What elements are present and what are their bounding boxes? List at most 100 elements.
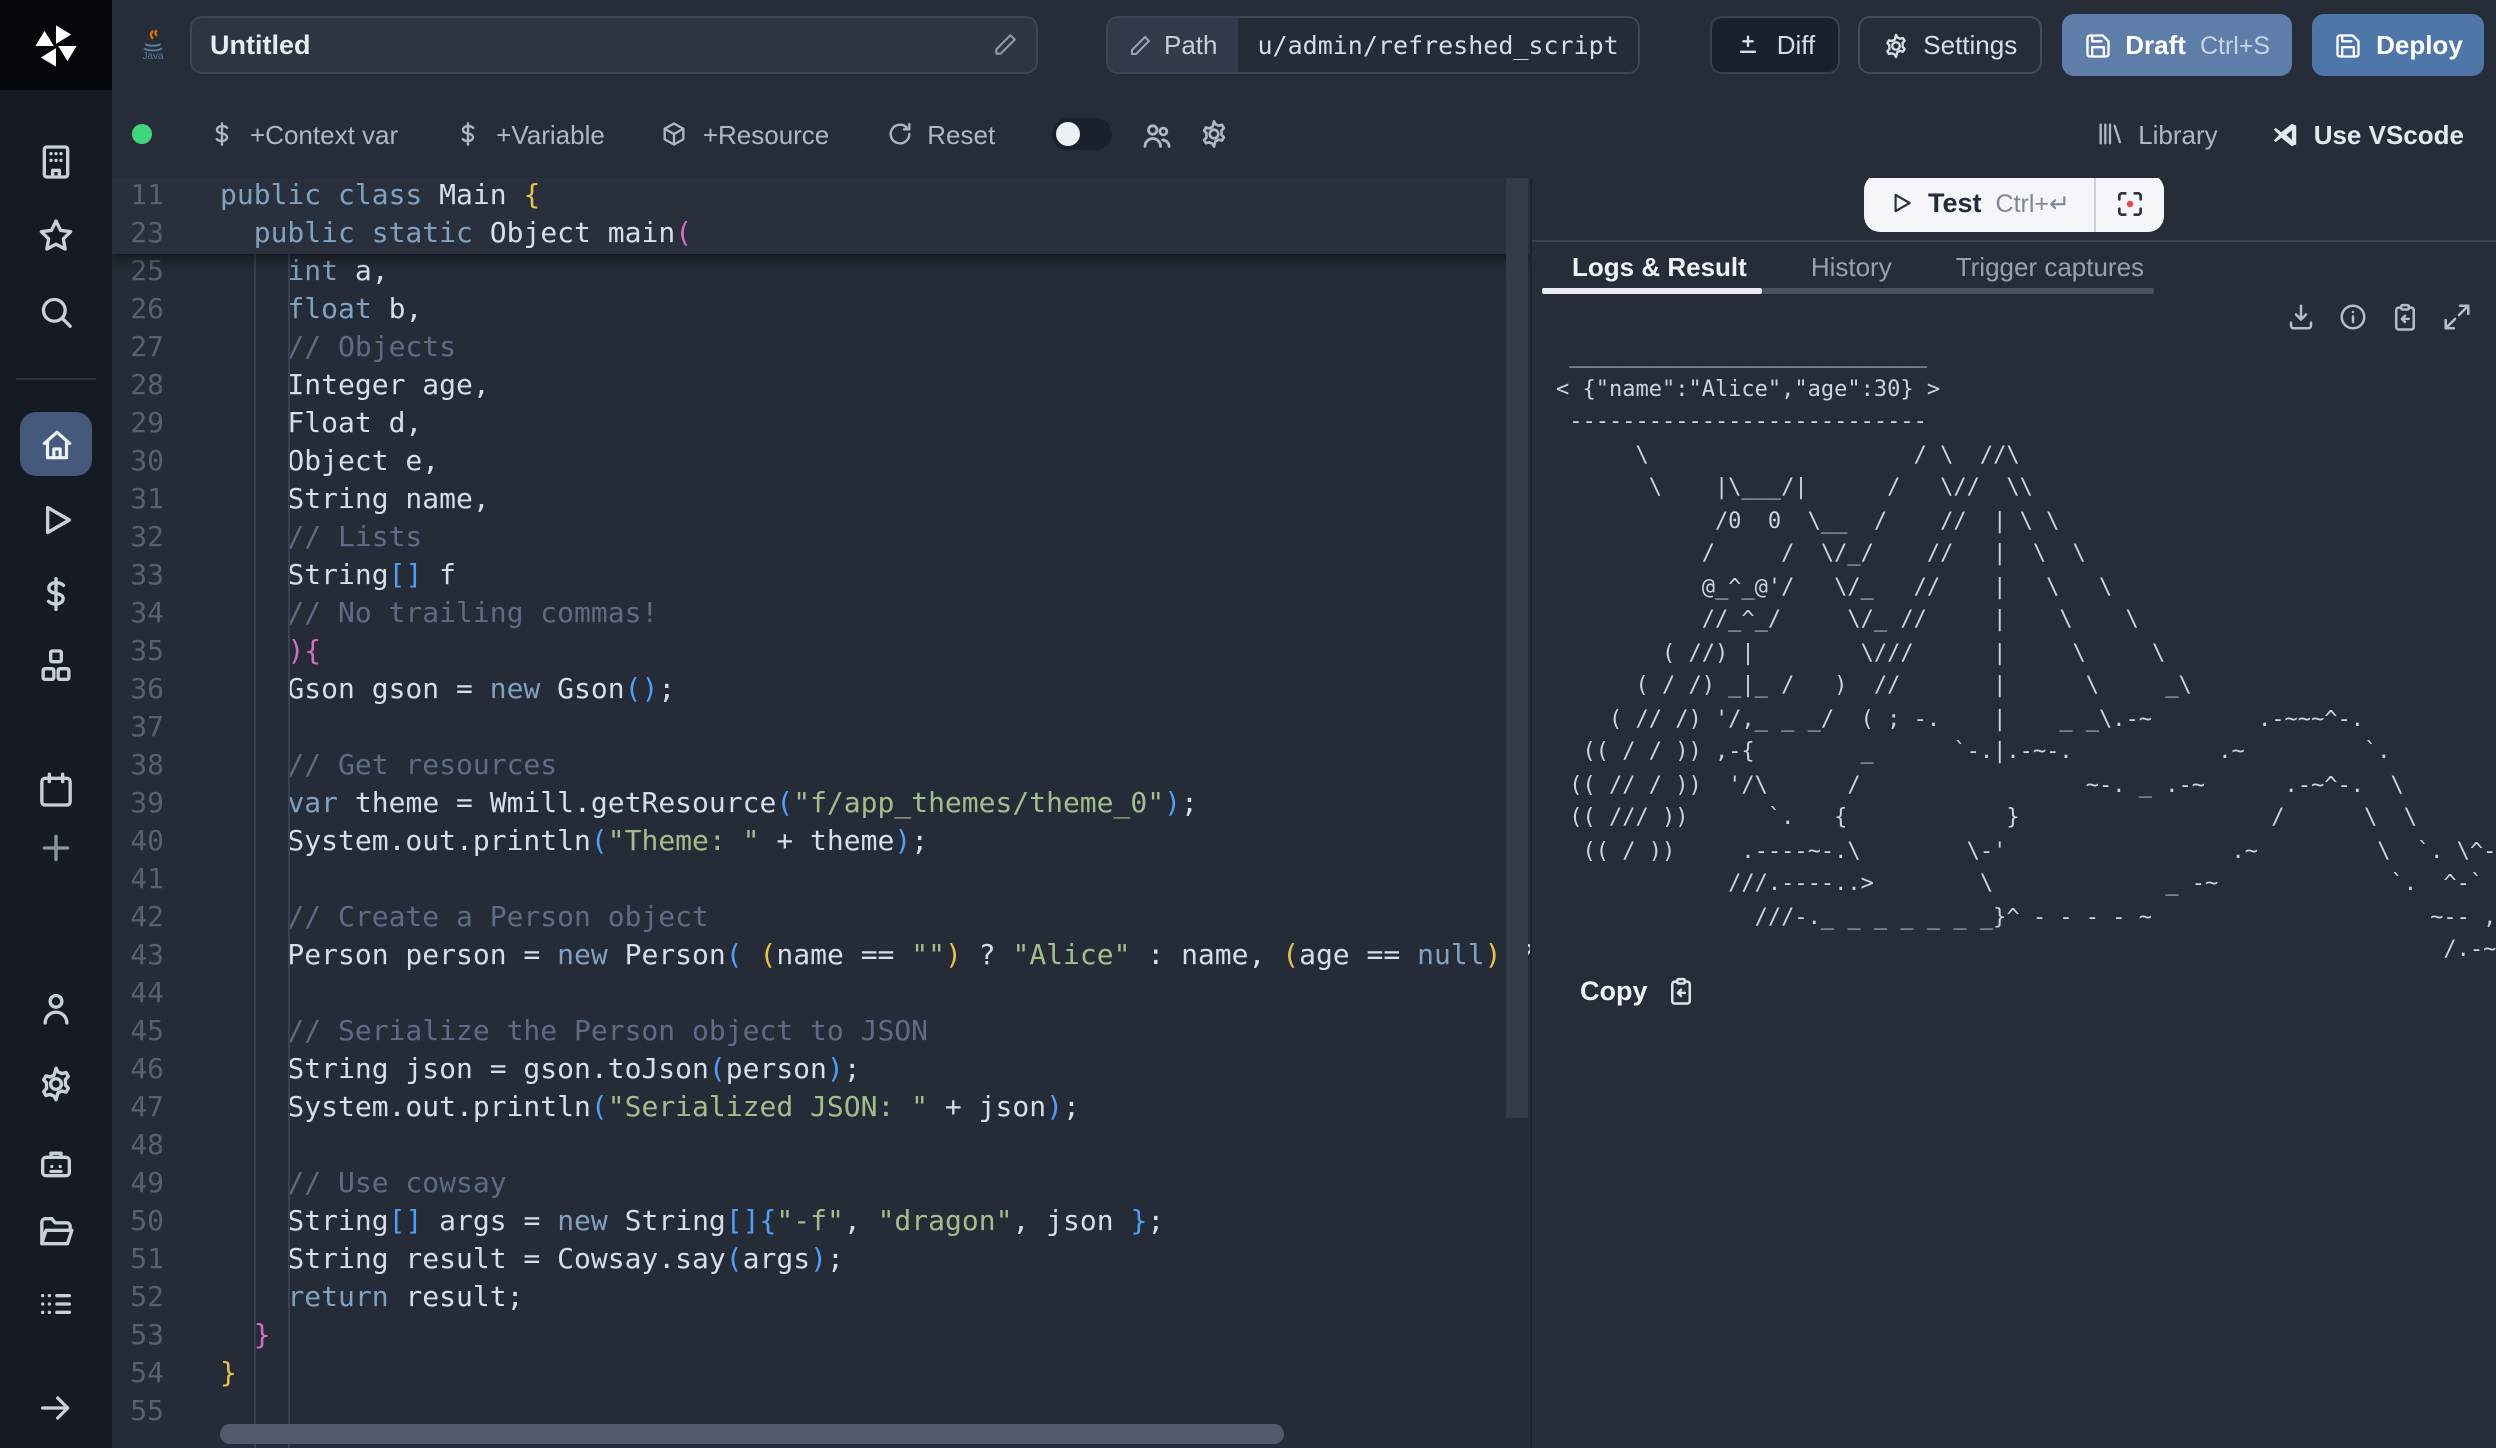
code-line-52[interactable]: 52 return result;	[112, 1280, 1530, 1318]
tab-history[interactable]: History	[1779, 252, 1924, 282]
sidebar-item-home-active[interactable]	[20, 412, 92, 476]
copy-button[interactable]: Copy	[1580, 976, 1696, 1006]
code-line-48[interactable]: 48	[112, 1128, 1530, 1166]
code-line-44[interactable]: 44	[112, 976, 1530, 1014]
settings-nav-icon[interactable]	[36, 1064, 76, 1104]
code-line-46[interactable]: 46 String json = gson.toJson(person);	[112, 1052, 1530, 1090]
code-line-50[interactable]: 50 String[] args = new String[]{"-f", "d…	[112, 1204, 1530, 1242]
diff-icon	[1735, 31, 1763, 59]
path-label: Path	[1164, 30, 1218, 60]
code-line-37[interactable]: 37	[112, 710, 1530, 748]
code-line-29[interactable]: 29 Float d,	[112, 406, 1530, 444]
play-icon	[1888, 190, 1914, 216]
topbar: Untitled Path u/admin/refreshed_script D…	[112, 0, 2496, 92]
code-line-28[interactable]: 28 Integer age,	[112, 368, 1530, 406]
code-line-49[interactable]: 49 // Use cowsay	[112, 1166, 1530, 1204]
result-actions	[2286, 302, 2472, 332]
sidebar-divider	[16, 378, 96, 380]
code-line-25[interactable]: 25 int a,	[112, 254, 1530, 292]
indent-guide	[288, 248, 290, 1448]
draft-button[interactable]: Draft Ctrl+S	[2061, 14, 2292, 76]
edit-title-pencil-icon[interactable]	[992, 32, 1018, 58]
code-line-40[interactable]: 40 System.out.println("Theme: " + theme)…	[112, 824, 1530, 862]
schedules-icon[interactable]	[36, 770, 76, 810]
editor-horizontal-scrollbar-thumb[interactable]	[220, 1424, 1284, 1444]
code-line-31[interactable]: 31 String name,	[112, 482, 1530, 520]
windmill-logo[interactable]	[0, 0, 112, 90]
code-line-33[interactable]: 33 String[] f	[112, 558, 1530, 596]
users-nav-icon[interactable]	[36, 988, 76, 1028]
sidebar	[0, 0, 112, 1448]
add-context-var-button[interactable]: +Context var	[208, 119, 398, 149]
capture-run-button[interactable]	[2096, 187, 2164, 219]
folders-icon[interactable]	[36, 1212, 76, 1252]
code-lines[interactable]: 25 int a,26 float b,27 // Objects28 Inte…	[112, 254, 1530, 1432]
cowsay-dragon-output: ___________________________ < {"name":"A…	[1556, 340, 2496, 967]
status-dot	[132, 124, 152, 144]
variables-icon[interactable]	[36, 574, 76, 614]
script-title: Untitled	[210, 30, 311, 60]
library-button[interactable]: Library	[2096, 119, 2218, 149]
add-icon[interactable]	[36, 828, 76, 868]
expand-result-icon[interactable]	[2442, 302, 2472, 332]
settings-button[interactable]: Settings	[1857, 16, 2041, 74]
tab-logs-result[interactable]: Logs & Result	[1532, 252, 1779, 282]
code-line-27[interactable]: 27 // Objects	[112, 330, 1530, 368]
code-line-38[interactable]: 38 // Get resources	[112, 748, 1530, 786]
audit-logs-icon[interactable]	[36, 1284, 76, 1324]
copy-result-icon[interactable]	[2390, 302, 2420, 332]
reset-icon	[885, 120, 913, 148]
search-icon[interactable]	[36, 292, 76, 332]
code-line-39[interactable]: 39 var theme = Wmill.getResource("f/app_…	[112, 786, 1530, 824]
path-field[interactable]: Path u/admin/refreshed_script	[1106, 16, 1641, 74]
code-line-45[interactable]: 45 // Serialize the Person object to JSO…	[112, 1014, 1530, 1052]
use-vscode-button[interactable]: Use VScode	[2270, 119, 2464, 149]
deploy-button[interactable]: Deploy	[2312, 14, 2485, 76]
code-line-35[interactable]: 35 ){	[112, 634, 1530, 672]
editor-settings-button[interactable]	[1197, 118, 1229, 150]
expand-sidebar-icon[interactable]	[36, 1388, 76, 1428]
code-line-42[interactable]: 42 // Create a Person object	[112, 900, 1530, 938]
code-line-34[interactable]: 34 // No trailing commas!	[112, 596, 1530, 634]
dollar-icon	[454, 120, 482, 148]
code-line-43[interactable]: 43 Person person = new Person( (name == …	[112, 938, 1530, 976]
add-resource-button[interactable]: +Resource	[661, 119, 829, 149]
reset-button[interactable]: Reset	[885, 119, 995, 149]
collaborators-button[interactable]	[1139, 117, 1173, 151]
tab-trigger-captures[interactable]: Trigger captures	[1924, 252, 2176, 282]
code-line-53[interactable]: 53 }	[112, 1318, 1530, 1356]
dollar-icon	[208, 120, 236, 148]
assistant-toggle[interactable]	[1051, 118, 1111, 150]
save-icon	[2083, 31, 2111, 59]
code-line-23[interactable]: 23 public static Object main(	[112, 216, 1530, 254]
download-result-icon[interactable]	[2286, 302, 2316, 332]
indent-guide	[254, 248, 256, 1448]
code-line-47[interactable]: 47 System.out.println("Serialized JSON: …	[112, 1090, 1530, 1128]
active-tab-underline	[1542, 288, 1762, 294]
code-line-30[interactable]: 30 Object e,	[112, 444, 1530, 482]
code-line-41[interactable]: 41	[112, 862, 1530, 900]
code-line-54[interactable]: 54}	[112, 1356, 1530, 1394]
runs-icon[interactable]	[36, 500, 76, 540]
path-value[interactable]: u/admin/refreshed_script	[1238, 18, 1639, 72]
result-tabs: Logs & Result History Trigger captures	[1532, 240, 2496, 294]
code-line-32[interactable]: 32 // Lists	[112, 520, 1530, 558]
script-title-input[interactable]: Untitled	[190, 16, 1038, 74]
sticky-scroll-lines: 11public class Main {23 public static Ob…	[112, 178, 1530, 254]
test-button[interactable]: Test Ctrl+↵	[1864, 188, 2094, 218]
code-line-36[interactable]: 36 Gson gson = new Gson();	[112, 672, 1530, 710]
workers-icon[interactable]	[36, 1144, 76, 1184]
editor-vertical-scrollbar-thumb[interactable]	[1506, 178, 1528, 1118]
code-line-26[interactable]: 26 float b,	[112, 292, 1530, 330]
code-line-11[interactable]: 11public class Main {	[112, 178, 1530, 216]
test-button-group[interactable]: Test Ctrl+↵	[1864, 178, 2164, 232]
clipboard-copy-icon	[1666, 976, 1696, 1006]
add-variable-button[interactable]: +Variable	[454, 119, 605, 149]
favorites-icon[interactable]	[36, 216, 76, 256]
info-icon[interactable]	[2338, 302, 2368, 332]
resources-icon[interactable]	[36, 646, 76, 686]
diff-button[interactable]: Diff	[1711, 16, 1840, 74]
workspace-icon[interactable]	[36, 142, 76, 182]
code-editor[interactable]: 11public class Main {23 public static Ob…	[112, 178, 1530, 1448]
code-line-51[interactable]: 51 String result = Cowsay.say(args);	[112, 1242, 1530, 1280]
